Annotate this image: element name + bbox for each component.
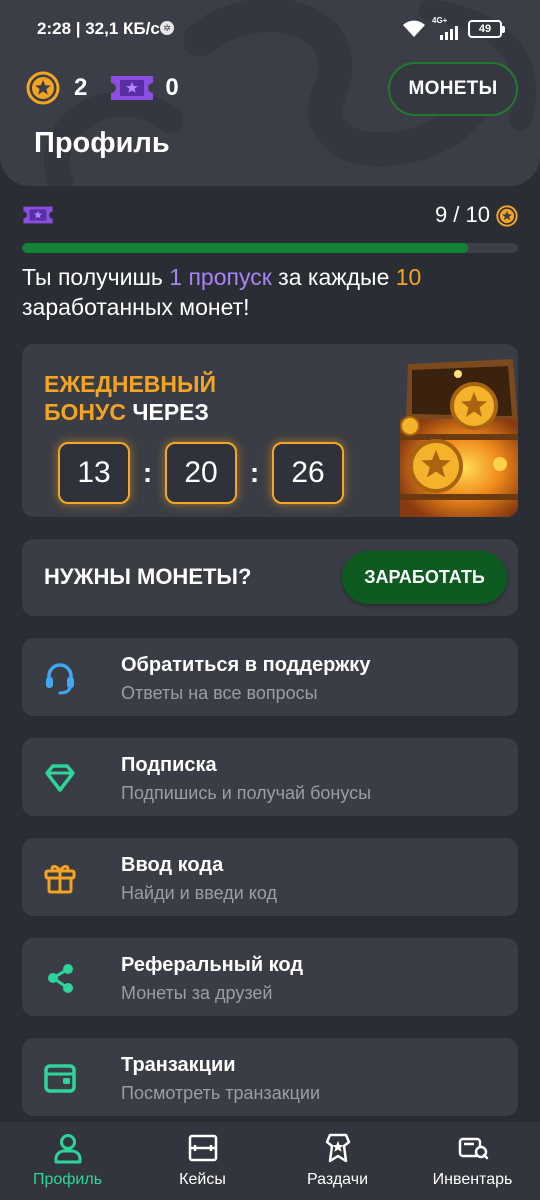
- ticket-balance: 0: [165, 74, 179, 101]
- menu-item-support[interactable]: Обратиться в поддержку Ответы на все воп…: [22, 638, 518, 716]
- menu-item-subtitle: Найди и введи код: [121, 883, 277, 903]
- page-title: Профиль: [34, 127, 170, 159]
- menu-item-subtitle: Посмотреть транзакции: [121, 1083, 320, 1103]
- timer-hours: 13: [58, 442, 130, 504]
- menu-item-title: Ввод кода: [121, 854, 224, 876]
- nav-tab-cases[interactable]: Кейсы: [135, 1122, 270, 1200]
- status-bar: 2:28 | 32,1 КБ/с ✲ 4G+ 49: [0, 0, 540, 60]
- menu-item-enter-code[interactable]: Ввод кода Найди и введи код: [22, 838, 518, 916]
- user-icon: [54, 1134, 81, 1164]
- menu-item-subtitle: Ответы на все вопросы: [121, 683, 318, 703]
- coin-icon: [496, 205, 518, 227]
- nav-tab-inventory[interactable]: Инвентарь: [405, 1122, 540, 1200]
- menu-item-subscription[interactable]: Подписка Подпишись и получай бонусы: [22, 738, 518, 816]
- wallet-icon: [44, 1064, 76, 1093]
- nav-tab-giveaways[interactable]: Раздачи: [270, 1122, 405, 1200]
- daily-bonus-title: ЕЖЕДНЕВНЫЙ БОНУС ЧЕРЕЗ: [44, 370, 274, 426]
- battery-icon: 49: [468, 20, 505, 38]
- menu-item-referral[interactable]: Реферальный код Монеты за друзей: [22, 938, 518, 1016]
- pass-info-part: заработанных монет!: [22, 294, 250, 320]
- pass-info-highlight: 1 пропуск: [169, 264, 272, 290]
- headset-icon: [46, 663, 74, 695]
- pass-progress-bar: [22, 243, 518, 253]
- diamond-icon: [45, 764, 75, 792]
- settings-notification-icon: ✲: [160, 21, 174, 35]
- timer-minutes: 20: [165, 442, 237, 504]
- network-type: 4G+: [432, 16, 448, 25]
- pass-info-part: за каждые: [271, 264, 396, 290]
- need-coins-card: НУЖНЫ МОНЕТЫ? ЗАРАБОТАТЬ: [22, 539, 518, 616]
- ticket-icon: [111, 76, 154, 100]
- need-coins-title: НУЖНЫ МОНЕТЫ?: [44, 564, 252, 589]
- case-icon: [188, 1134, 217, 1162]
- coin-icon: [26, 71, 60, 105]
- bottom-navigation: Профиль Кейсы Раздачи Инвентарь: [0, 1122, 540, 1200]
- balance-row: 2 0: [26, 70, 179, 106]
- menu-item-title: Подписка: [121, 754, 217, 776]
- wifi-icon: [403, 20, 425, 37]
- gift-icon: [44, 865, 76, 894]
- menu-item-title: Обратиться в поддержку: [121, 654, 371, 676]
- status-icons: 4G+ 49: [402, 16, 505, 40]
- pass-info-highlight: 10: [395, 264, 422, 290]
- earn-button[interactable]: ЗАРАБОТАТЬ: [342, 551, 507, 604]
- daily-bonus-card[interactable]: ЕЖЕДНЕВНЫЙ БОНУС ЧЕРЕЗ 13 : 20 : 26: [22, 344, 518, 517]
- coins-button[interactable]: МОНЕТЫ: [388, 62, 518, 116]
- pass-info-text: Ты получишь 1 пропуск за каждые 10 зараб…: [22, 262, 522, 322]
- nav-tab-profile[interactable]: Профиль: [0, 1122, 135, 1200]
- pass-progress-text: 9 / 10: [434, 202, 490, 227]
- pass-progress-fill: [22, 243, 469, 253]
- timer-separator: :: [249, 457, 260, 488]
- nav-tab-label: Профиль: [32, 1171, 103, 1188]
- status-time: 2:28 | 32,1 КБ/с: [37, 19, 160, 38]
- timer-separator: :: [142, 457, 153, 488]
- ticket-icon: [23, 206, 53, 224]
- nav-tab-label: Раздачи: [307, 1171, 368, 1188]
- network-indicator: 4G+: [432, 16, 462, 40]
- pass-progress-row: 9 / 10: [22, 200, 518, 232]
- inventory-icon: [458, 1137, 488, 1160]
- pass-info-part: Ты получишь: [22, 264, 170, 290]
- timer-seconds: 26: [272, 442, 344, 504]
- daily-bonus-title-rest: ЧЕРЕЗ: [125, 399, 209, 425]
- menu-item-subtitle: Подпишись и получай бонусы: [121, 783, 372, 803]
- menu-item-subtitle: Монеты за друзей: [121, 983, 273, 1003]
- signal-icon: [440, 26, 458, 40]
- share-icon: [48, 964, 73, 993]
- menu-item-title: Реферальный код: [121, 954, 304, 976]
- bonus-timer: 13 : 20 : 26: [58, 442, 344, 504]
- coin-balance: 2: [74, 74, 88, 101]
- nav-tab-label: Инвентарь: [432, 1171, 513, 1188]
- treasure-chest-icon: [400, 359, 518, 517]
- nav-tab-label: Кейсы: [179, 1171, 226, 1188]
- menu-item-transactions[interactable]: Транзакции Посмотреть транзакции: [22, 1038, 518, 1116]
- menu-item-title: Транзакции: [121, 1054, 236, 1076]
- giveaway-icon: [325, 1133, 350, 1163]
